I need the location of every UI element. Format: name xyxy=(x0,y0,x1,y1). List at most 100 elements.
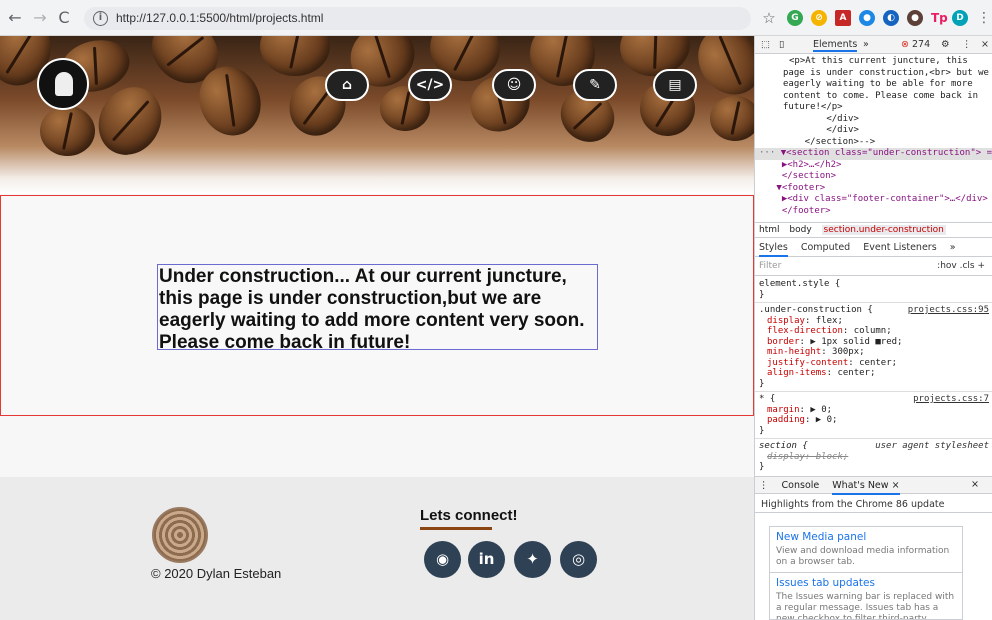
profile-avatar[interactable]: D xyxy=(952,10,968,26)
nav-code-icon[interactable]: </> xyxy=(408,69,452,101)
address-bar[interactable]: i http://127.0.0.1:5500/html/projects.ht… xyxy=(84,7,751,30)
star-icon[interactable]: ☆ xyxy=(760,9,778,27)
dom-node[interactable]: ▼<footer> xyxy=(761,183,992,195)
site-logo[interactable] xyxy=(37,58,89,110)
css-property-value: : ▶ 0; xyxy=(799,404,833,415)
copyright-text: © 2020 Dylan Esteban xyxy=(151,566,282,581)
nav-pencil-icon[interactable]: ✎ xyxy=(573,69,617,101)
tab-console[interactable]: Console xyxy=(782,480,820,491)
css-property-value: : column; xyxy=(842,326,892,336)
dom-comment-line[interactable]: future!</p> xyxy=(761,102,992,114)
css-property-value: : ▶ 1px solid ■red; xyxy=(799,336,903,347)
extension-icon[interactable]: ● xyxy=(907,10,923,26)
settings-gear-icon[interactable]: ⚙ xyxy=(941,39,950,50)
ua-source: user agent stylesheet xyxy=(875,441,989,451)
filter-placeholder: Filter xyxy=(759,261,782,271)
tab-event-listeners[interactable]: Event Listeners xyxy=(863,242,936,253)
star-source-link[interactable]: projects.css:7 xyxy=(913,394,989,405)
page-viewport: ⌂ </> ☺ ✎ ▤ Under construction... At our… xyxy=(0,36,754,620)
filter-controls[interactable]: :hov .cls + xyxy=(937,261,985,271)
instagram-icon[interactable]: ◎ xyxy=(560,541,597,578)
under-construction-section: Under construction... At our current jun… xyxy=(0,195,754,416)
uc-source-link[interactable]: projects.css:95 xyxy=(908,305,989,316)
device-toggle-icon[interactable]: ▯ xyxy=(779,39,784,50)
footer-seal-logo xyxy=(152,507,208,563)
nav-contact-card-icon[interactable]: ▤ xyxy=(653,69,697,101)
extension-pdf-icon[interactable]: A xyxy=(835,10,851,26)
nav-about-icon[interactable]: ☺ xyxy=(492,69,536,101)
css-declaration[interactable]: align-items: center; xyxy=(759,368,989,379)
extension-tp-icon[interactable]: Tp xyxy=(931,10,948,26)
whats-new-heading: Highlights from the Chrome 86 update xyxy=(755,495,992,513)
nav-home-icon[interactable]: ⌂ xyxy=(325,69,369,101)
section-prop: display: block; xyxy=(767,451,849,462)
css-property-name: flex-direction xyxy=(767,326,843,336)
error-icon[interactable]: ⊗ xyxy=(901,39,909,50)
error-count[interactable]: 274 xyxy=(912,39,930,50)
extension-icon[interactable]: ● xyxy=(859,10,875,26)
crumb-section[interactable]: section.under-construction xyxy=(821,225,946,235)
css-declaration[interactable]: min-height: 300px; xyxy=(759,347,989,358)
card-body: The Issues warning bar is replaced with … xyxy=(776,592,955,620)
dom-comment-line[interactable]: content to come. Please come back in xyxy=(761,91,992,103)
dom-node[interactable]: ▶<h2>…</h2> xyxy=(761,160,992,172)
styles-filter-input[interactable]: Filter :hov .cls + xyxy=(755,258,992,276)
dom-node[interactable]: ▶<div class="footer-container">…</div> xyxy=(761,194,992,206)
reload-button[interactable]: C xyxy=(55,9,73,27)
tab-whats-new[interactable]: What's New × xyxy=(832,480,900,495)
info-icon[interactable]: i xyxy=(93,11,108,26)
more-tabs-button[interactable]: » xyxy=(863,39,869,50)
tab-computed[interactable]: Computed xyxy=(801,242,850,253)
whats-new-card[interactable]: Issues tab updates The Issues warning ba… xyxy=(769,572,963,620)
rule-close: } xyxy=(759,462,765,472)
whats-new-card[interactable]: New Media panel View and download media … xyxy=(769,526,963,573)
dom-tree: <p>At this current juncture, this page i… xyxy=(755,54,992,242)
element-style-selector: element.style { xyxy=(759,279,841,289)
dom-node[interactable]: </section> xyxy=(761,171,992,183)
inspect-element-icon[interactable]: ⬚ xyxy=(761,39,770,50)
css-declaration[interactable]: padding: ▶ 0; xyxy=(759,415,989,426)
css-property-name: display xyxy=(767,315,805,326)
url-text: http://127.0.0.1:5500/html/projects.html xyxy=(116,11,324,25)
tab-elements[interactable]: Elements xyxy=(813,39,858,52)
extension-icon[interactable]: ⊘ xyxy=(811,10,827,26)
github-icon[interactable]: ◉ xyxy=(424,541,461,578)
close-drawer-icon[interactable]: × xyxy=(971,479,979,490)
close-devtools-icon[interactable]: × xyxy=(981,39,989,50)
devtools-menu-icon[interactable]: ⋮ xyxy=(962,39,972,50)
section-selector: section { xyxy=(759,441,808,451)
crumb-html[interactable]: html xyxy=(759,225,780,235)
extension-grammarly-icon[interactable]: G xyxy=(787,10,803,26)
dom-comment-line[interactable]: page is under construction,<br> but we xyxy=(761,68,992,80)
css-property-value: : 300px; xyxy=(821,347,865,357)
back-button[interactable]: ← xyxy=(6,9,24,27)
forward-button[interactable]: → xyxy=(31,9,49,27)
drawer-menu-icon[interactable]: ⋮ xyxy=(759,480,769,491)
extension-icon[interactable]: ◐ xyxy=(883,10,899,26)
dom-comment-line[interactable]: eagerly waiting to be able for more xyxy=(761,79,992,91)
css-declaration[interactable]: border: ▶ 1px solid ■red; xyxy=(759,337,989,348)
rule-close: } xyxy=(759,425,765,436)
dom-comment-line[interactable]: <p>At this current juncture, this xyxy=(761,56,992,68)
menu-kebab-icon[interactable]: ⋮ xyxy=(975,9,992,27)
tab-styles[interactable]: Styles xyxy=(759,242,788,257)
css-declaration[interactable]: margin: ▶ 0; xyxy=(759,405,989,416)
css-declaration[interactable]: justify-content: center; xyxy=(759,358,989,369)
tab-more[interactable]: » xyxy=(950,242,956,253)
css-property-value: : center; xyxy=(848,357,898,368)
css-property-value: : ▶ 0; xyxy=(804,415,838,425)
dom-node[interactable]: </footer> xyxy=(761,206,992,218)
css-declaration[interactable]: flex-direction: column; xyxy=(759,326,989,337)
dom-comment-line[interactable]: </section>--> xyxy=(761,137,992,149)
lets-connect-heading: Lets connect! xyxy=(420,507,518,524)
card-title[interactable]: Issues tab updates xyxy=(776,577,956,589)
css-declaration[interactable]: display: flex; xyxy=(759,316,989,327)
crumb-body[interactable]: body xyxy=(789,225,811,235)
css-property-name: margin xyxy=(767,404,800,415)
card-title[interactable]: New Media panel xyxy=(776,531,956,543)
twitter-icon[interactable]: ✦ xyxy=(514,541,551,578)
linkedin-icon[interactable]: in xyxy=(468,541,505,578)
dom-comment-line[interactable]: </div> xyxy=(761,125,992,137)
selected-dom-node[interactable]: ··· ▼<section class="under-construction"… xyxy=(755,148,992,160)
dom-comment-line[interactable]: </div> xyxy=(761,114,992,126)
